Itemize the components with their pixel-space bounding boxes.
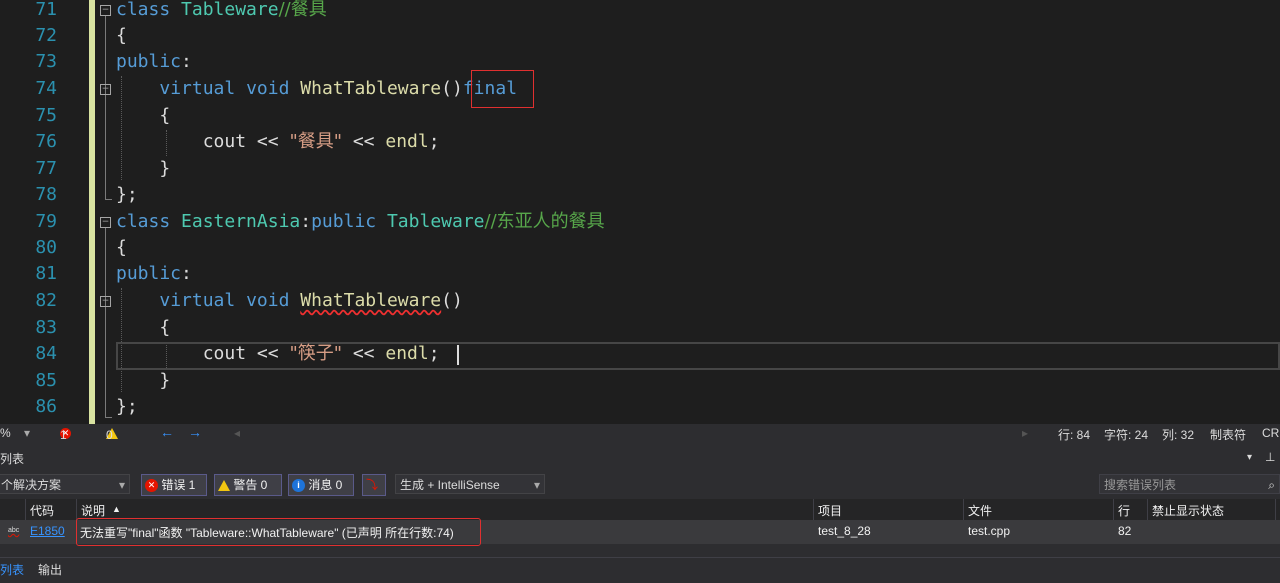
- code-line: cout << "筷子" << endl;: [202, 343, 440, 364]
- line-number: 75: [35, 105, 57, 126]
- error-file: test.cpp: [968, 524, 1011, 538]
- code-line: {: [159, 317, 171, 338]
- editor-status-strip: % ▾ ✕ 1 0 ← → ◂ ▸ 行: 84 字符: 24 列: 32 制表符…: [0, 424, 1280, 443]
- annotation-box: [76, 518, 481, 546]
- code-line: };: [116, 184, 138, 205]
- panel-menu-icon[interactable]: ▾: [1247, 452, 1252, 463]
- code-line: class EasternAsia:public Tableware//东亚人的…: [116, 211, 605, 232]
- zoom-dropdown-icon[interactable]: ▾: [24, 426, 30, 440]
- chevron-down-icon: ▾: [118, 478, 125, 492]
- chevron-down-icon: ▾: [533, 478, 540, 492]
- text-caret: [457, 345, 459, 365]
- outline-line: [105, 16, 106, 200]
- collapse-icon[interactable]: −: [100, 84, 111, 95]
- code-line: {: [116, 25, 127, 46]
- column-separator[interactable]: [76, 499, 77, 520]
- code-line: cout << "餐具" << endl;: [202, 131, 440, 152]
- warnings-filter-button[interactable]: 警告 0: [214, 474, 282, 496]
- column-separator[interactable]: [1147, 499, 1148, 520]
- column-code[interactable]: 代码: [30, 502, 54, 519]
- warning-icon: [218, 480, 230, 492]
- error-search-input[interactable]: 搜索错误列表 ⌕: [1099, 474, 1280, 494]
- column-separator[interactable]: [963, 499, 964, 520]
- line-number: 85: [35, 370, 57, 391]
- scope-dropdown[interactable]: 个解决方案 ▾: [0, 474, 130, 494]
- line-number: 73: [35, 51, 57, 72]
- scroll-right-icon[interactable]: ▸: [1022, 426, 1028, 440]
- line-number: 72: [35, 25, 57, 46]
- code-editor[interactable]: 71 72 73 74 75 76 77 78 79 80 81 82 83 8…: [0, 0, 1280, 424]
- line-number: 74: [35, 78, 57, 99]
- code-line: public:: [116, 51, 192, 72]
- errors-filter-button[interactable]: ✕ 错误 1: [141, 474, 207, 496]
- cursor-col: 列: 32: [1162, 428, 1195, 442]
- tab-output[interactable]: 输出: [38, 561, 62, 578]
- column-suppression[interactable]: 禁止显示状态: [1152, 502, 1224, 519]
- column-separator[interactable]: [1275, 499, 1276, 520]
- column-line[interactable]: 行: [1118, 502, 1130, 519]
- code-line: public:: [116, 263, 192, 284]
- code-line: virtual void WhatTableware(): [159, 290, 463, 311]
- panel-tabs: 列表 输出: [0, 557, 1280, 583]
- tab-error-list[interactable]: 列表: [0, 561, 24, 578]
- collapse-icon[interactable]: −: [100, 5, 111, 16]
- error-code-link[interactable]: E1850: [30, 524, 65, 538]
- code-line: };: [116, 396, 138, 417]
- error-squiggle: WhatTableware: [300, 290, 442, 311]
- cursor-line: 行: 84: [1058, 428, 1091, 442]
- column-description[interactable]: 说明: [81, 502, 105, 519]
- collapse-icon[interactable]: −: [100, 217, 111, 228]
- search-icon: ⌕: [1268, 478, 1275, 492]
- intellisense-error-icon: abc: [8, 527, 20, 534]
- line-number: 77: [35, 158, 57, 179]
- forward-arrow-icon[interactable]: →: [188, 424, 202, 440]
- error-list-header: 代码 说明 ▲ 项目 文件 行 禁止显示状态: [0, 499, 1280, 520]
- code-line: }: [159, 370, 171, 391]
- code-line: class Tableware//餐具: [116, 0, 327, 20]
- code-line: }: [159, 158, 171, 179]
- error-icon: ✕: [145, 479, 158, 493]
- outline-end: [105, 199, 112, 200]
- column-file[interactable]: 文件: [968, 502, 992, 519]
- annotation-box: [471, 70, 534, 108]
- column-project[interactable]: 项目: [818, 502, 842, 519]
- scroll-left-icon[interactable]: ◂: [234, 426, 240, 440]
- column-separator[interactable]: [25, 499, 26, 520]
- line-number: 71: [35, 0, 57, 20]
- code-line: virtual void WhatTableware()final: [159, 78, 518, 99]
- pin-icon[interactable]: ⊥: [1265, 450, 1275, 464]
- line-number: 76: [35, 131, 57, 152]
- line-number: 82: [35, 290, 57, 311]
- error-project: test_8_28: [818, 524, 871, 538]
- code-line: {: [116, 237, 127, 258]
- error-line: 82: [1118, 524, 1132, 538]
- collapse-icon[interactable]: −: [100, 296, 111, 307]
- line-number: 78: [35, 184, 57, 205]
- line-number: 79: [35, 211, 57, 232]
- back-arrow-icon[interactable]: ←: [160, 424, 174, 440]
- line-number: 86: [35, 396, 57, 417]
- sort-ascending-icon: ▲: [112, 504, 121, 514]
- change-tracking-bar: [89, 0, 95, 424]
- column-separator[interactable]: [1113, 499, 1114, 520]
- line-number: 83: [35, 317, 57, 338]
- line-ending[interactable]: CRL: [1262, 426, 1280, 440]
- code-line: {: [159, 105, 171, 126]
- line-number: 80: [35, 237, 57, 258]
- zoom-level[interactable]: %: [0, 426, 11, 440]
- outline-line: [105, 228, 106, 418]
- messages-filter-button[interactable]: i 消息 0: [288, 474, 354, 496]
- clear-filter-icon[interactable]: ⤵: [362, 474, 386, 496]
- line-number: 81: [35, 263, 57, 284]
- cursor-char: 字符: 24: [1104, 428, 1149, 442]
- indent-mode[interactable]: 制表符: [1210, 426, 1246, 443]
- outline-end: [105, 417, 112, 418]
- build-filter-dropdown[interactable]: 生成 + IntelliSense ▾: [395, 474, 545, 494]
- info-icon: i: [292, 479, 305, 493]
- panel-title: 列表: [0, 452, 25, 466]
- line-number: 84: [35, 343, 57, 364]
- column-separator[interactable]: [813, 499, 814, 520]
